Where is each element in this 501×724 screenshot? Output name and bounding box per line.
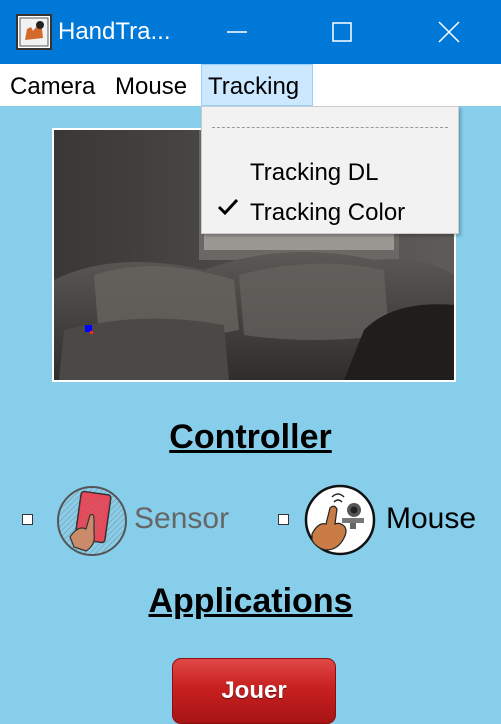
- menu-mouse[interactable]: Mouse: [109, 64, 193, 106]
- maximize-icon: [332, 22, 352, 42]
- menu-tracking[interactable]: Tracking: [201, 64, 313, 106]
- menu-item-tracking-color[interactable]: Tracking Color: [250, 199, 405, 227]
- controller-heading: Controller: [169, 418, 332, 456]
- close-button[interactable]: [414, 0, 484, 64]
- menu-item-tracking-dl[interactable]: Tracking DL: [250, 159, 378, 187]
- tracking-menu-dropdown: Tracking DL Tracking Color: [201, 106, 459, 234]
- maximize-button[interactable]: [306, 0, 376, 64]
- menu-bar: Camera Mouse Tracking: [0, 64, 501, 106]
- app-logo-icon: [16, 14, 52, 50]
- hand-sensor-icon: [57, 486, 127, 556]
- minimize-button[interactable]: [202, 0, 272, 64]
- close-icon: [438, 21, 460, 43]
- sensor-checkbox[interactable]: [22, 514, 33, 525]
- sensor-label: Sensor: [134, 502, 230, 535]
- hand-mouse-icon: [304, 484, 376, 556]
- applications-heading: Applications: [148, 582, 353, 620]
- title-bar: HandTra...: [0, 0, 501, 64]
- checkmark-icon: [217, 198, 239, 216]
- mouse-checkbox[interactable]: [278, 514, 289, 525]
- play-button[interactable]: Jouer: [172, 658, 336, 724]
- window-title: HandTra...: [58, 18, 171, 45]
- menu-camera[interactable]: Camera: [4, 64, 101, 106]
- menu-separator: [212, 127, 448, 128]
- mouse-label: Mouse: [386, 502, 477, 535]
- minimize-icon: [227, 31, 247, 33]
